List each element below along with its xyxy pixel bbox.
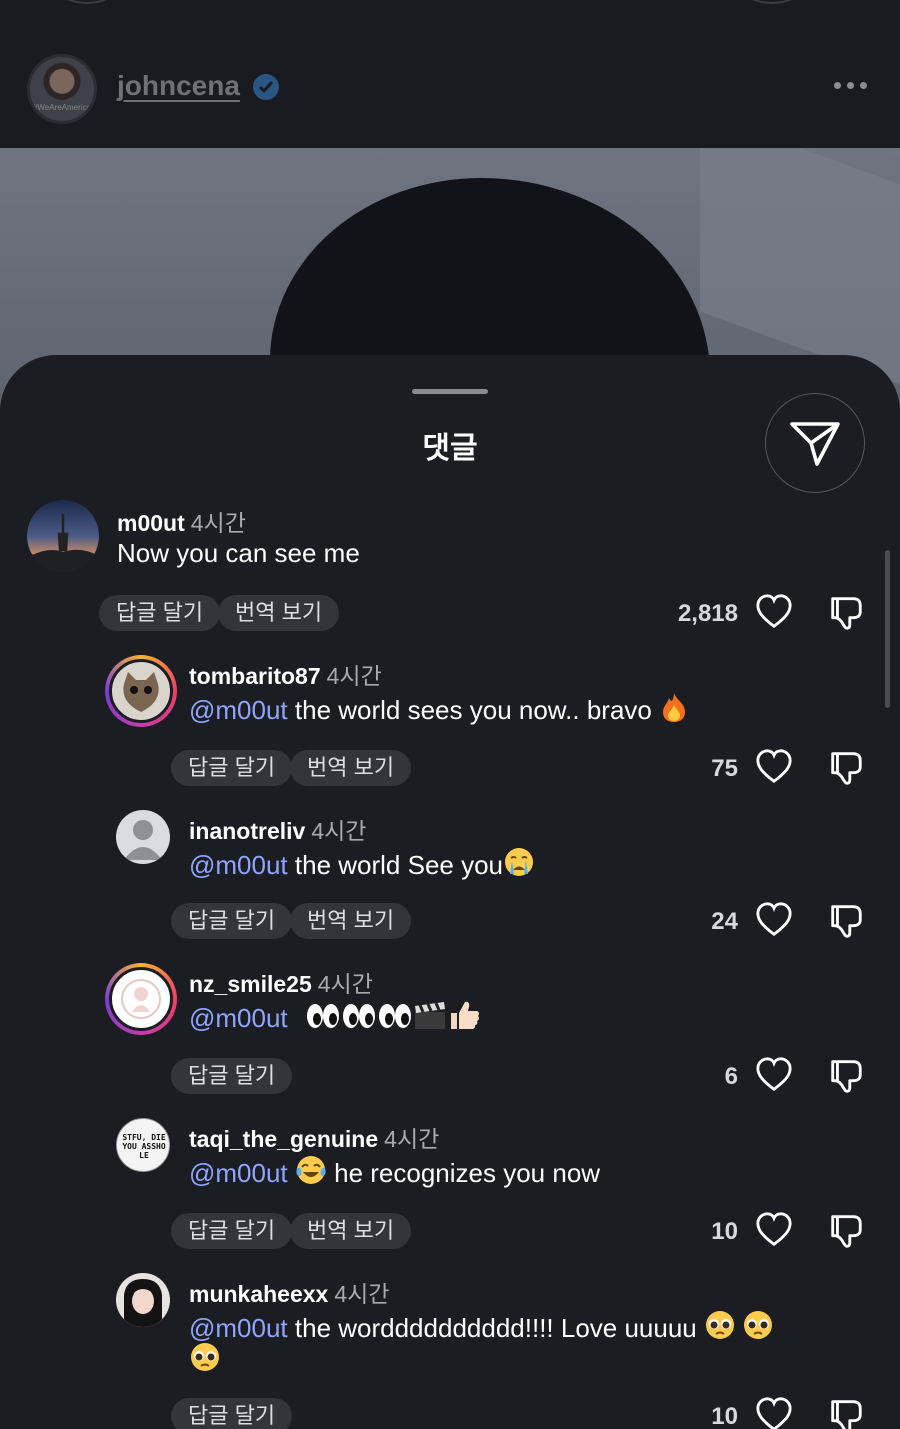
- pleading-face-emoji-icon: [706, 1311, 734, 1339]
- clapper-board-emoji-icon: [414, 1002, 445, 1029]
- like-count: 75: [711, 755, 738, 782]
- comment-text: Now you can see me: [117, 538, 360, 568]
- mention-link[interactable]: @m00ut: [189, 1003, 288, 1033]
- post-header: #WeAreAmerica johncena: [0, 0, 900, 148]
- comment-time: 4시간: [311, 818, 367, 844]
- comment-text: @m00ut: [189, 999, 481, 1034]
- ghost-button: [740, 0, 804, 4]
- translate-button[interactable]: 번역 보기: [290, 903, 412, 939]
- translate-button[interactable]: 번역 보기: [290, 1213, 412, 1249]
- reply-button[interactable]: 답글 달기: [171, 750, 293, 786]
- fire-emoji-icon: [663, 693, 686, 722]
- translate-button[interactable]: 번역 보기: [218, 595, 340, 631]
- pleading-face-emoji-icon: [191, 1343, 219, 1371]
- avatar[interactable]: [27, 500, 99, 572]
- comment-time: 4시간: [326, 663, 382, 689]
- comment-text: @m00ut the wordddddddddd!!!! Love uuuuu: [189, 1309, 774, 1344]
- translate-button[interactable]: 번역 보기: [290, 750, 412, 786]
- eyes-emoji-icon: [378, 1004, 411, 1028]
- heart-icon[interactable]: [755, 593, 793, 631]
- comment-username[interactable]: taqi_the_genuine 4시간: [189, 1120, 439, 1154]
- reply-button[interactable]: 답글 달기: [99, 595, 221, 631]
- like-count: 6: [724, 1063, 738, 1090]
- comment-username[interactable]: m00ut 4시간: [117, 504, 246, 538]
- dislike-icon[interactable]: [827, 593, 865, 631]
- heart-icon[interactable]: [755, 901, 793, 939]
- like-count: 10: [711, 1403, 738, 1429]
- avatar[interactable]: [105, 963, 177, 1035]
- thumbs-up-emoji-icon: [450, 1001, 479, 1029]
- avatar[interactable]: [116, 1273, 170, 1327]
- comment-text: @m00ut he recognizes you now: [189, 1154, 600, 1189]
- mention-link[interactable]: @m00ut: [189, 1313, 288, 1343]
- send-icon: [790, 422, 840, 466]
- heart-icon[interactable]: [755, 748, 793, 786]
- comment-username[interactable]: tombarito87 4시간: [189, 657, 382, 691]
- reply-button[interactable]: 답글 달기: [171, 1398, 293, 1429]
- dislike-icon[interactable]: [827, 748, 865, 786]
- author-avatar[interactable]: #WeAreAmerica: [27, 54, 97, 124]
- share-button[interactable]: [765, 393, 865, 493]
- avatar-tag: #WeAreAmerica: [32, 103, 92, 112]
- author-username[interactable]: johncena: [117, 70, 240, 102]
- avatar[interactable]: [116, 810, 170, 864]
- mention-link[interactable]: @m00ut: [189, 850, 288, 880]
- tears-of-joy-emoji-icon: [296, 1156, 326, 1184]
- comment-time: 4시간: [317, 971, 373, 997]
- dislike-icon[interactable]: [827, 1211, 865, 1249]
- heart-icon[interactable]: [755, 1211, 793, 1249]
- scrollbar[interactable]: [885, 550, 890, 708]
- ghost-button: [55, 0, 119, 4]
- comment-time: 4시간: [334, 1281, 390, 1307]
- comment-username[interactable]: nz_smile25 4시간: [189, 965, 373, 999]
- more-options-icon[interactable]: [834, 82, 870, 94]
- comment-text: @m00ut the world sees you now.. bravo: [189, 691, 689, 726]
- like-count: 24: [711, 908, 738, 935]
- sheet-drag-handle[interactable]: [412, 389, 488, 394]
- comment-text-continuation: [189, 1341, 221, 1376]
- crying-emoji-icon: [505, 848, 534, 876]
- reply-button[interactable]: 답글 달기: [171, 1058, 293, 1094]
- dislike-icon[interactable]: [827, 901, 865, 939]
- like-count: 2,818: [677, 600, 738, 627]
- verified-badge-icon: [253, 74, 279, 100]
- like-count: 10: [711, 1218, 738, 1245]
- dislike-icon[interactable]: [827, 1056, 865, 1094]
- comment-time: 4시간: [190, 510, 246, 536]
- avatar[interactable]: STFU, DIE YOU ASSHOLE: [116, 1118, 170, 1172]
- mention-link[interactable]: @m00ut: [189, 695, 288, 725]
- eyes-emoji-icon: [306, 1004, 339, 1028]
- reply-button[interactable]: 답글 달기: [171, 1213, 293, 1249]
- comment-username[interactable]: munkaheexx 4시간: [189, 1275, 389, 1309]
- pleading-face-emoji-icon: [744, 1311, 772, 1339]
- mention-link[interactable]: @m00ut: [189, 1158, 288, 1188]
- comment-time: 4시간: [384, 1126, 440, 1152]
- heart-icon[interactable]: [755, 1396, 793, 1429]
- avatar-text: STFU, DIE YOU ASSHOLE: [122, 1133, 166, 1160]
- reply-button[interactable]: 답글 달기: [171, 903, 293, 939]
- avatar[interactable]: [105, 655, 177, 727]
- dislike-icon[interactable]: [827, 1396, 865, 1429]
- eyes-emoji-icon: [342, 1004, 375, 1028]
- comment-username[interactable]: inanotreliv 4시간: [189, 812, 366, 846]
- comment-text: @m00ut the world See you: [189, 846, 535, 881]
- heart-icon[interactable]: [755, 1056, 793, 1094]
